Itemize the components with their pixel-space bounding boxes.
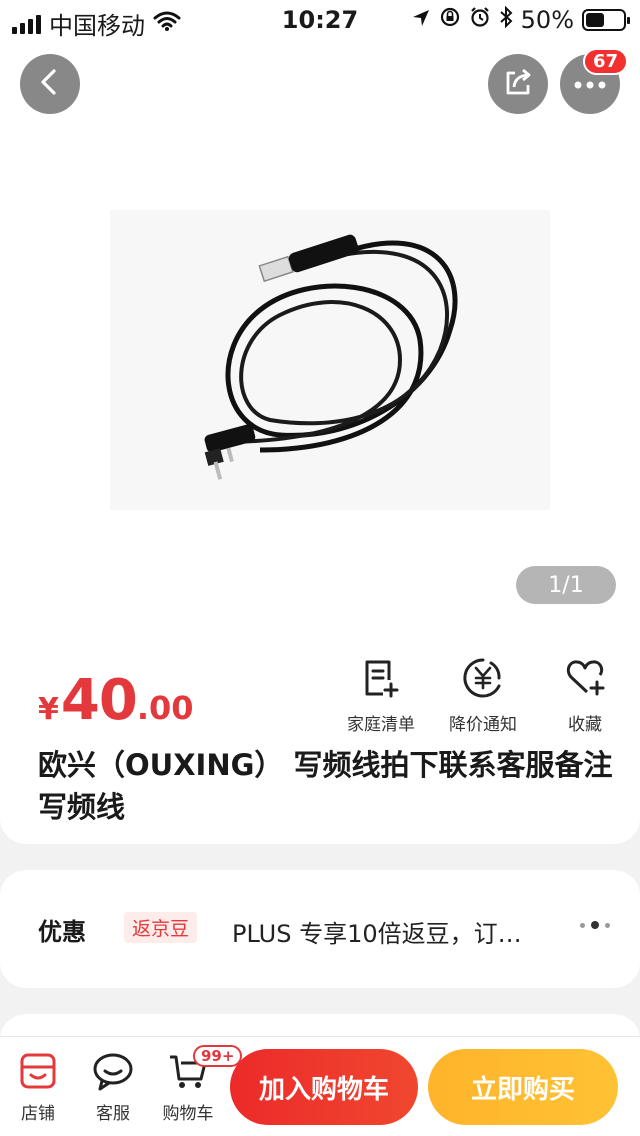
usb-cable-illustration	[204, 234, 458, 480]
status-right: 50%	[411, 5, 630, 34]
chevron-left-icon	[35, 67, 65, 101]
price-alert-label: 降价通知	[449, 715, 517, 735]
product-gallery[interactable]: 67 1/1	[0, 40, 640, 638]
buy-now-button[interactable]: 立即购买	[428, 1049, 618, 1125]
store-label: 店铺	[21, 1104, 55, 1124]
product-image[interactable]	[110, 210, 550, 510]
message-badge: 67	[582, 48, 628, 75]
image-counter: 1/1	[516, 566, 616, 604]
battery-icon	[582, 9, 630, 31]
product-detail-page: 中国移动 10:27 50% 67 1/1 ¥ 40 .00 家庭清单 降价通知…	[0, 0, 640, 1136]
cart-label: 购物车	[162, 1104, 214, 1124]
customer-service-button[interactable]: 客服	[78, 1051, 148, 1124]
alarm-icon	[469, 6, 491, 34]
orientation-lock-icon	[439, 6, 461, 34]
favorite-label: 收藏	[568, 715, 602, 735]
chat-icon	[92, 1051, 134, 1095]
price-integer: 40	[60, 668, 138, 733]
product-info-card: ¥ 40 .00 家庭清单 降价通知 收藏 欧兴（OUXING） 写频线拍下联系…	[0, 638, 640, 844]
promotion-tag: 返京豆	[124, 912, 198, 943]
share-button[interactable]	[488, 54, 548, 114]
more-icon	[573, 75, 607, 94]
price: ¥ 40 .00	[38, 668, 194, 733]
more-button[interactable]: 67	[560, 48, 628, 114]
product-actions: 家庭清单 降价通知 收藏	[344, 656, 622, 735]
yen-bell-icon	[461, 656, 505, 704]
location-icon	[411, 6, 431, 34]
more-dots-icon[interactable]	[580, 910, 610, 940]
family-list-label: 家庭清单	[347, 715, 415, 735]
list-add-icon	[359, 656, 403, 704]
battery-fill	[586, 13, 604, 27]
store-icon	[18, 1051, 58, 1095]
heart-add-icon	[563, 656, 607, 704]
favorite-button[interactable]: 收藏	[548, 656, 622, 735]
cart-count-badge: 99+	[193, 1045, 243, 1067]
promotion-text: PLUS 专享10倍返豆，订…	[232, 920, 522, 948]
cart-button[interactable]: 99+ 购物车	[153, 1045, 243, 1124]
store-button[interactable]: 店铺	[3, 1051, 73, 1124]
price-symbol: ¥	[38, 692, 59, 727]
status-bar: 中国移动 10:27 50%	[0, 0, 640, 40]
battery-percent: 50%	[520, 6, 574, 34]
bottom-action-bar: 店铺 客服 99+ 购物车 加入购物车 立即购买	[0, 1036, 640, 1136]
bluetooth-icon	[499, 5, 513, 34]
promotion-row[interactable]: 优惠 返京豆 PLUS 专享10倍返豆，订…	[0, 870, 640, 988]
price-decimal: .00	[136, 689, 194, 727]
customer-service-label: 客服	[96, 1104, 130, 1124]
family-list-button[interactable]: 家庭清单	[344, 656, 418, 735]
share-icon	[501, 65, 535, 103]
add-to-cart-button[interactable]: 加入购物车	[230, 1049, 418, 1125]
back-button[interactable]	[20, 54, 80, 114]
price-alert-button[interactable]: 降价通知	[446, 656, 520, 735]
promotion-title: 优惠	[38, 918, 86, 946]
product-title: 欧兴（OUXING） 写频线拍下联系客服备注 写频线	[38, 748, 613, 824]
